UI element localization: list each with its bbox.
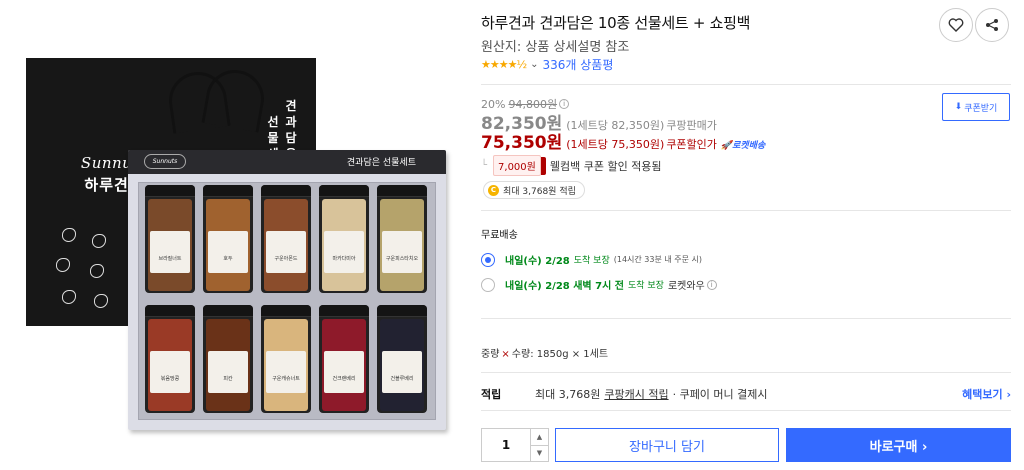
discount-amount: 7,000원 (493, 155, 541, 176)
share-button[interactable] (975, 8, 1009, 42)
discount-description: 웰컴백 쿠폰 할인 적용됨 (549, 159, 662, 173)
box-title: 견과담은 선물세트 (346, 158, 416, 168)
nut-jar: 호두 (203, 185, 253, 293)
product-info: 하루견과 견과담은 10종 선물세트 + 쇼핑백 원산지: 상품 상세설명 참조… (481, 0, 1024, 470)
chevron-down-icon[interactable]: ▼ (531, 446, 548, 462)
shipping-radio[interactable] (481, 277, 495, 292)
shipping-radio-selected[interactable] (481, 252, 495, 267)
nut-icon (56, 258, 70, 272)
share-icon (986, 19, 998, 31)
gift-box: Sunnuts 견과담은 선물세트 브라질너트 호두 구운아몬드 마카다미아 구… (128, 150, 446, 430)
nut-icon (94, 294, 108, 308)
coupon-price-label: 쿠폰할인가 (666, 138, 717, 151)
quantity-arrows: ▲ ▼ (530, 429, 548, 461)
points-suffix: · 쿠페이 머니 결제시 (672, 388, 768, 401)
wishlist-button[interactable] (939, 8, 973, 42)
points-amount: 최대 3,768원 (535, 388, 601, 401)
divider (481, 84, 1011, 85)
nut-jar: 건블루베리 (377, 305, 427, 413)
option-summary: 중량 × 수량: 1850g × 1세트 (481, 349, 609, 360)
nut-jar: 구운아몬드 (261, 185, 311, 293)
jar-tray: 브라질너트 호두 구운아몬드 마카다미아 구운피스타치오 볶음땅콩 피칸 구운캐… (138, 182, 436, 420)
info-icon[interactable]: i (706, 279, 717, 290)
coupon-download-button[interactable]: ⬇ 쿠폰받기 (942, 93, 1010, 121)
applied-discount-row: └ 7,000원 웰컴백 쿠폰 할인 적용됨 (481, 155, 662, 176)
coupang-cash-link[interactable]: 쿠팡캐시 적립 (604, 386, 668, 402)
nut-jar: 구운피스타치오 (377, 185, 427, 293)
box-header: Sunnuts 견과담은 선물세트 (128, 150, 446, 174)
nut-jar: 볶음땅콩 (145, 305, 195, 413)
nut-icon (62, 290, 76, 304)
shipping-option-next-day[interactable]: 내일(수) 2/28 도착 보장 (14시간 33분 내 주문 시) (481, 252, 702, 267)
rocket-icon: 🚀 (720, 141, 733, 151)
benefits-link[interactable]: 혜택보기 › (962, 386, 1011, 402)
add-to-cart-button[interactable]: 장바구니 담기 (555, 428, 779, 462)
download-icon: ⬇ (954, 102, 963, 112)
chevron-down-icon[interactable]: ⌄ (530, 59, 538, 70)
coupon-price-row: 75,350원 (1세트당 75,350원) 쿠폰할인가 🚀로켓배송 (481, 128, 765, 153)
nut-icon (90, 264, 104, 278)
nut-jar: 마카다미아 (319, 185, 369, 293)
info-icon[interactable]: i (559, 99, 570, 109)
points-badge: C 최대 3,768원 적립 (483, 181, 585, 199)
divider (481, 210, 1011, 211)
nut-jar: 건크랜베리 (319, 305, 369, 413)
divider (481, 410, 1011, 411)
quantity-input[interactable]: 1 (482, 429, 530, 461)
quantity-stepper[interactable]: 1 ▲ ▼ (481, 428, 549, 462)
shipping-option-dawn[interactable]: 내일(수) 2/28 새벽 7시 전 도착 보장 로켓와우 i (481, 277, 717, 292)
buy-now-button[interactable]: 바로구매 › (786, 428, 1011, 462)
coupon-unit-price: (1세트당 75,350원) (566, 138, 665, 151)
product-title: 하루견과 견과담은 10종 선물세트 + 쇼핑백 (481, 14, 751, 32)
coupon-price: 75,350원 (481, 133, 563, 153)
divider (481, 318, 1011, 319)
heart-icon (948, 18, 964, 32)
coin-icon: C (488, 184, 499, 196)
star-rating-icon: ★★★★½ (481, 57, 527, 71)
nut-jar: 피칸 (203, 305, 253, 413)
corner-arrow-icon: └ (481, 160, 488, 171)
nut-jar: 브라질너트 (145, 185, 195, 293)
discount-notch (540, 156, 546, 175)
nut-jar: 구운캐슈너트 (261, 305, 311, 413)
box-logo: Sunnuts (144, 154, 186, 169)
divider (481, 372, 1011, 373)
product-image: Sunnuts 하루견과 견 과 담 은 선 물 세 트 Sunnuts 견과담… (0, 0, 470, 470)
nut-icon (62, 228, 76, 242)
shipping-title: 무료배송 (481, 230, 518, 241)
chevron-up-icon[interactable]: ▲ (531, 429, 548, 446)
cash-points-row: 적립 최대 3,768원 쿠팡캐시 적립 · 쿠페이 머니 결제시 혜택보기 › (481, 386, 1011, 402)
rating-row: ★★★★½ ⌄ 336개 상품평 (481, 56, 613, 72)
product-origin: 원산지: 상품 상세설명 참조 (481, 40, 630, 55)
nut-icon (92, 234, 106, 248)
points-label: 적립 (481, 388, 502, 401)
review-count-link[interactable]: 336개 상품평 (543, 56, 614, 73)
rocket-delivery-badge: 🚀로켓배송 (720, 141, 766, 151)
